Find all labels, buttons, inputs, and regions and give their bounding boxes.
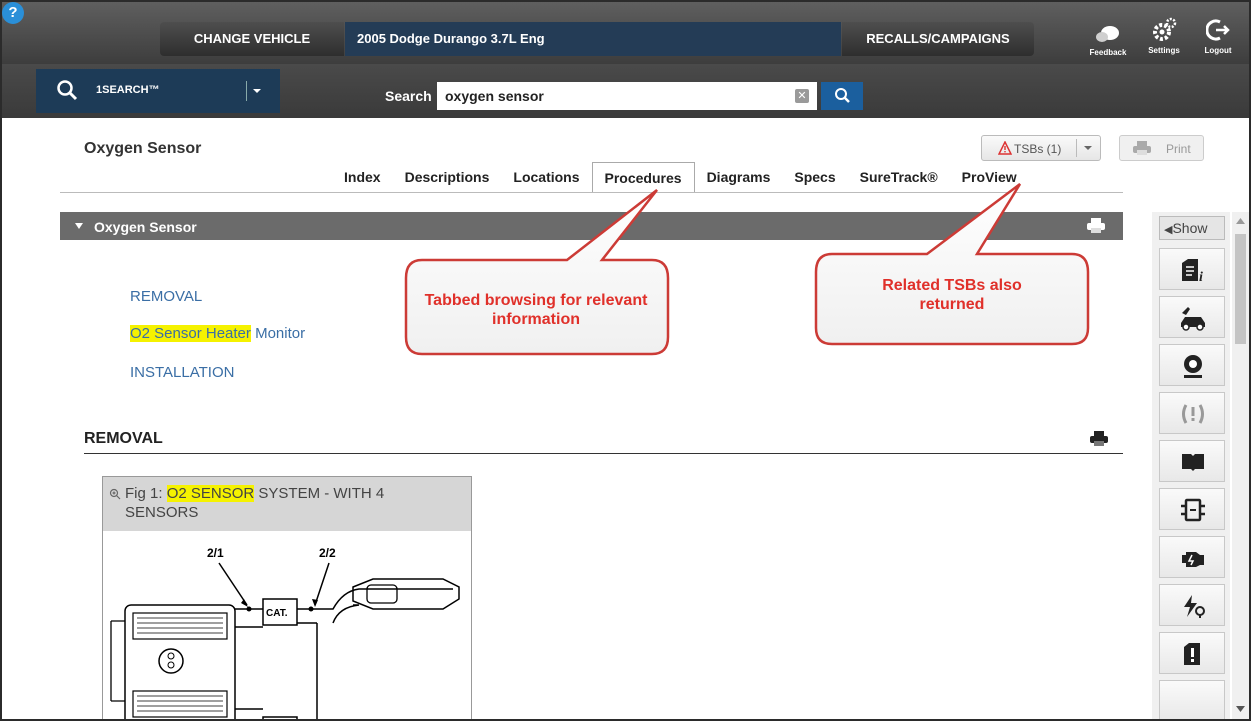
car-wrench-icon	[1181, 307, 1205, 331]
lightning-location-icon	[1184, 595, 1205, 618]
tsbs-label: TSBs (1)	[1014, 142, 1062, 156]
printer-icon	[1133, 141, 1151, 155]
tire-button[interactable]	[1159, 344, 1225, 386]
warning-icon	[998, 141, 1012, 155]
collapse-arrow-icon[interactable]	[74, 221, 84, 231]
alerts-button[interactable]	[1159, 632, 1225, 674]
print-label: Print	[1166, 142, 1191, 156]
change-vehicle-button[interactable]: CHANGE VEHICLE	[160, 22, 344, 56]
figure-caption-prefix: Fig 1:	[125, 485, 167, 502]
logout-label: Logout	[1204, 46, 1232, 55]
divider	[1076, 139, 1077, 157]
alert-document-icon	[1184, 643, 1200, 665]
onesearch-button[interactable]: 1SEARCH™	[36, 69, 280, 113]
print-button[interactable]: Print	[1119, 135, 1204, 161]
settings-label: Settings	[1148, 46, 1180, 55]
wiring-diagram-icon	[1181, 498, 1205, 522]
electrical-button[interactable]	[1159, 584, 1225, 626]
search-button[interactable]	[821, 82, 863, 110]
zoom-icon[interactable]	[109, 488, 121, 500]
top-bar: CHANGE VEHICLE 2005 Dodge Durango 3.7L E…	[2, 2, 1249, 64]
tabs-divider	[60, 192, 1123, 193]
tpms-warning-icon	[1182, 404, 1204, 424]
logout-button[interactable]: Logout	[1196, 16, 1240, 55]
link-installation[interactable]: INSTALLATION	[130, 364, 234, 381]
wiring-button[interactable]	[1159, 488, 1225, 530]
catalytic-converter-label: CAT.	[266, 608, 288, 619]
chevron-down-icon[interactable]	[1082, 143, 1094, 153]
search-icon	[57, 80, 78, 101]
sensor-label-2-2: 2/2	[319, 546, 336, 560]
search-label: Search	[385, 88, 432, 104]
clear-search-button[interactable]: ✕	[795, 89, 809, 103]
scroll-down-icon[interactable]	[1236, 706, 1245, 712]
tab-diagrams[interactable]: Diagrams	[695, 162, 783, 193]
tab-descriptions[interactable]: Descriptions	[393, 162, 502, 193]
svg-text:i: i	[1199, 270, 1203, 283]
printer-icon[interactable]	[1089, 430, 1109, 448]
feedback-label: Feedback	[1089, 48, 1127, 57]
callout-tsbs-bubble	[814, 183, 1090, 346]
callout-tabs-text: Tabbed browsing for relevant information	[424, 292, 648, 328]
link-o2-sensor-heater-monitor[interactable]: O2 Sensor Heater Monitor	[130, 325, 305, 342]
section-title: Oxygen Sensor	[94, 219, 197, 235]
sensor-label-2-1: 2/1	[207, 546, 224, 560]
vehicle-name: 2005 Dodge Durango 3.7L Eng	[345, 22, 841, 56]
engine-button[interactable]	[1159, 536, 1225, 578]
tire-icon	[1184, 355, 1202, 378]
section-header[interactable]: Oxygen Sensor	[60, 212, 1123, 240]
app-window: CHANGE VEHICLE 2005 Dodge Durango 3.7L E…	[0, 0, 1251, 721]
page-title: Oxygen Sensor	[84, 140, 202, 157]
show-label: Show	[1172, 220, 1208, 236]
section-divider	[84, 453, 1123, 454]
search-highlight: O2 Sensor Heater	[130, 325, 251, 342]
tab-suretrack[interactable]: SureTrack®	[848, 162, 950, 193]
search-row: 1SEARCH™ Search ✕	[2, 64, 1249, 118]
tab-locations[interactable]: Locations	[501, 162, 591, 193]
removal-heading: REMOVAL	[84, 430, 163, 447]
onesearch-label: 1SEARCH™	[96, 84, 160, 96]
figure-panel: Fig 1: O2 SENSOR SYSTEM - WITH 4 SENSORS…	[102, 476, 472, 721]
tab-index[interactable]: Index	[332, 162, 393, 193]
book-icon	[1182, 454, 1204, 471]
settings-button[interactable]: Settings	[1142, 16, 1186, 55]
o2-sensor-system-diagram[interactable]: 2/1 2/2 CAT.	[103, 531, 472, 721]
manual-button[interactable]	[1159, 440, 1225, 482]
scroll-up-icon[interactable]	[1236, 218, 1245, 224]
gear-icon	[1153, 17, 1177, 41]
search-icon	[835, 88, 850, 103]
vehicle-info-button[interactable]: i	[1159, 248, 1225, 290]
search-input[interactable]	[437, 82, 817, 110]
show-button[interactable]: ◀Show	[1159, 216, 1225, 240]
tpms-button[interactable]	[1159, 392, 1225, 434]
link-removal[interactable]: REMOVAL	[130, 288, 202, 305]
printer-icon[interactable]	[1086, 217, 1106, 235]
feedback-button[interactable]: Feedback	[1086, 24, 1130, 57]
info-document-icon: i	[1182, 259, 1203, 283]
sidebar-more-button[interactable]	[1159, 680, 1225, 719]
tab-bar: Index Descriptions Locations Procedures …	[332, 162, 1029, 193]
feedback-icon	[1096, 26, 1119, 42]
chevron-down-icon	[253, 89, 261, 93]
scrollbar-thumb[interactable]	[1235, 234, 1246, 344]
logout-icon	[1205, 19, 1230, 41]
link-text: Monitor	[250, 325, 306, 342]
vehicle-service-button[interactable]	[1159, 296, 1225, 338]
tab-specs[interactable]: Specs	[782, 162, 847, 193]
tsbs-button[interactable]: TSBs (1)	[981, 135, 1101, 161]
figure-caption: Fig 1: O2 SENSOR SYSTEM - WITH 4 SENSORS	[125, 484, 455, 522]
callout-tsbs-text: Related TSBs also returned	[882, 277, 1022, 313]
help-icon[interactable]: ?	[2, 2, 24, 24]
recalls-campaigns-button[interactable]: RECALLS/CAMPAIGNS	[842, 22, 1034, 56]
onesearch-dropdown[interactable]	[246, 81, 266, 101]
search-highlight: O2 SENSOR	[166, 485, 255, 502]
tab-proview[interactable]: ProView	[950, 162, 1029, 193]
tab-procedures[interactable]: Procedures	[591, 162, 695, 193]
check-engine-icon	[1182, 552, 1204, 567]
